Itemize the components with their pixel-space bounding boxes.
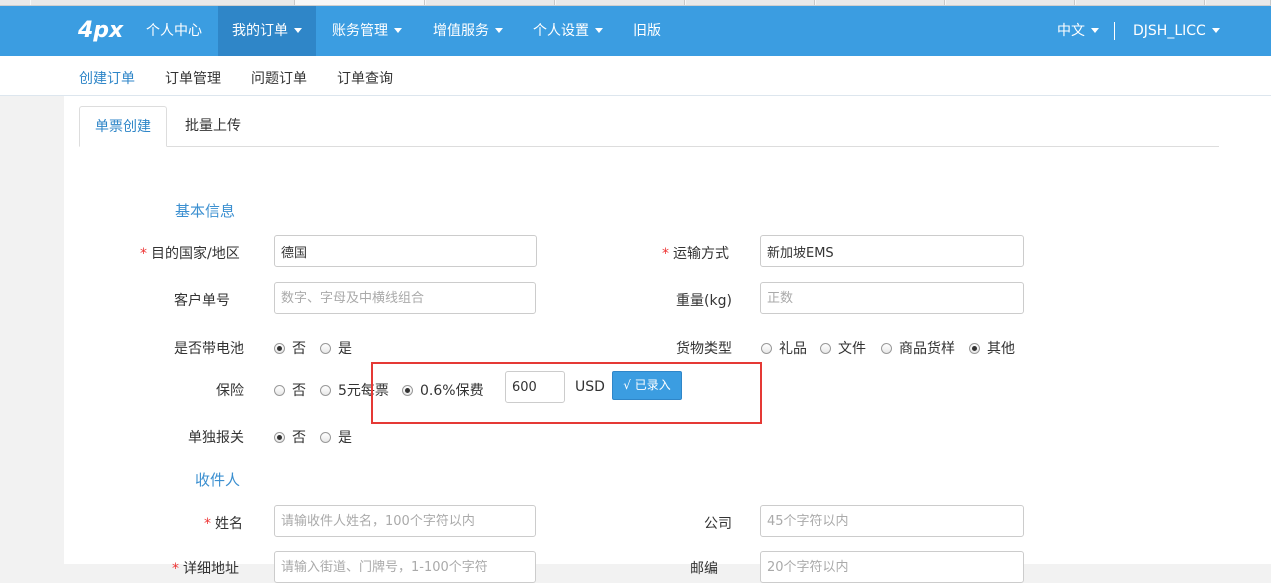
chevron-down-icon bbox=[394, 27, 402, 33]
customs-option-no[interactable]: 否 bbox=[274, 427, 306, 447]
form-panel: 单票创建 批量上传 基本信息 *目的国家/地区 *运输方式 客户单号 重量(kg… bbox=[64, 96, 1271, 583]
radio-icon bbox=[881, 343, 892, 354]
tab-batch-upload[interactable]: 批量上传 bbox=[170, 106, 256, 147]
subnav-order-query[interactable]: 订单查询 bbox=[337, 68, 393, 88]
cargo-type-label: 货物类型 bbox=[676, 341, 732, 357]
chevron-down-icon bbox=[1211, 27, 1220, 33]
section-title-basic-info: 基本信息 bbox=[175, 202, 236, 220]
required-marker: * bbox=[140, 246, 147, 262]
nav-personal-settings[interactable]: 个人设置 bbox=[519, 6, 617, 56]
weight-input[interactable] bbox=[760, 282, 1024, 314]
brand-logo[interactable]: 4px bbox=[78, 18, 123, 43]
radio-icon bbox=[820, 343, 831, 354]
cargo-option-other[interactable]: 其他 bbox=[969, 338, 1015, 358]
battery-label: 是否带电池 bbox=[174, 341, 244, 357]
zip-input[interactable] bbox=[760, 551, 1024, 583]
radio-icon bbox=[320, 343, 331, 354]
radio-selected-icon bbox=[274, 432, 285, 443]
cargo-option-document[interactable]: 文件 bbox=[820, 338, 866, 358]
browser-tab[interactable] bbox=[945, 0, 1075, 5]
insurance-label: 保险 bbox=[216, 383, 244, 399]
nav-divider bbox=[1114, 22, 1115, 40]
nav-value-added[interactable]: 增值服务 bbox=[419, 6, 517, 56]
user-menu[interactable]: DJSH_LICC bbox=[1119, 6, 1234, 56]
subnav-create-order[interactable]: 创建订单 bbox=[79, 68, 135, 88]
customer-number-label: 客户单号 bbox=[174, 293, 230, 309]
destination-label: * 目的国家/地区 bbox=[140, 243, 240, 263]
nav-personal-center[interactable]: 个人中心 bbox=[132, 6, 216, 56]
nav-my-orders[interactable]: 我的订单 bbox=[218, 6, 316, 56]
browser-tab[interactable] bbox=[30, 0, 295, 5]
language-label: 中文 bbox=[1057, 23, 1085, 39]
customs-option-yes[interactable]: 是 bbox=[320, 427, 352, 447]
weight-label: 重量(kg) bbox=[676, 293, 732, 309]
radio-icon bbox=[274, 385, 285, 396]
required-marker: * bbox=[172, 561, 179, 577]
company-input[interactable] bbox=[760, 505, 1024, 537]
insurance-option-no-label: 否 bbox=[292, 383, 306, 399]
language-menu[interactable]: 中文 bbox=[1043, 6, 1113, 56]
browser-tab-active[interactable] bbox=[295, 0, 425, 5]
radio-selected-icon bbox=[969, 343, 980, 354]
radio-icon bbox=[761, 343, 772, 354]
nav-accounting-label: 账务管理 bbox=[332, 23, 388, 39]
nav-value-added-label: 增值服务 bbox=[433, 23, 489, 39]
cargo-option-gift[interactable]: 礼品 bbox=[761, 338, 807, 358]
nav-my-orders-label: 我的订单 bbox=[232, 23, 288, 39]
browser-tab[interactable] bbox=[1205, 0, 1271, 5]
cargo-option-sample-label: 商品货样 bbox=[899, 341, 955, 357]
customer-number-input[interactable] bbox=[274, 282, 536, 314]
required-marker: * bbox=[204, 516, 211, 532]
radio-icon bbox=[320, 385, 331, 396]
nav-personal-settings-label: 个人设置 bbox=[533, 23, 589, 39]
destination-label-text: 目的国家/地区 bbox=[151, 246, 240, 262]
shipping-method-label-text: 运输方式 bbox=[673, 246, 729, 262]
chevron-down-icon bbox=[495, 27, 503, 33]
shipping-method-field[interactable] bbox=[760, 235, 1024, 267]
highlight-annotation-box bbox=[371, 362, 762, 424]
battery-option-no-label: 否 bbox=[292, 341, 306, 357]
recipient-name-label-text: 姓名 bbox=[215, 516, 243, 532]
zip-label: 邮编 bbox=[690, 561, 718, 577]
top-navbar: 4px 个人中心 我的订单 账务管理 增值服务 个人设置 旧版 中文 DJSH_… bbox=[0, 6, 1271, 56]
company-label: 公司 bbox=[704, 516, 732, 532]
radio-icon bbox=[320, 432, 331, 443]
radio-selected-icon bbox=[274, 343, 285, 354]
address-label: * 详细地址 bbox=[172, 558, 239, 578]
browser-tab[interactable] bbox=[425, 0, 555, 5]
customs-option-yes-label: 是 bbox=[338, 430, 352, 446]
battery-option-yes[interactable]: 是 bbox=[320, 338, 352, 358]
address-input[interactable] bbox=[274, 551, 536, 583]
required-marker: * bbox=[662, 246, 669, 262]
insurance-option-no[interactable]: 否 bbox=[274, 380, 306, 400]
section-title-recipient: 收件人 bbox=[195, 471, 241, 489]
customs-option-no-label: 否 bbox=[292, 430, 306, 446]
cargo-option-document-label: 文件 bbox=[838, 341, 866, 357]
cargo-option-other-label: 其他 bbox=[987, 341, 1015, 357]
nav-accounting[interactable]: 账务管理 bbox=[318, 6, 416, 56]
cargo-option-gift-label: 礼品 bbox=[779, 341, 807, 357]
user-name: DJSH_LICC bbox=[1133, 23, 1206, 39]
browser-tab[interactable] bbox=[815, 0, 945, 5]
tab-single-create[interactable]: 单票创建 bbox=[79, 106, 167, 147]
sub-navbar: 创建订单 订单管理 问题订单 订单查询 bbox=[0, 56, 1271, 96]
subnav-problem-orders[interactable]: 问题订单 bbox=[251, 68, 307, 88]
shipping-method-label: * 运输方式 bbox=[662, 243, 729, 263]
chevron-down-icon bbox=[294, 27, 302, 33]
chevron-down-icon bbox=[595, 27, 603, 33]
battery-option-yes-label: 是 bbox=[338, 341, 352, 357]
browser-tab[interactable] bbox=[685, 0, 815, 5]
battery-option-no[interactable]: 否 bbox=[274, 338, 306, 358]
address-label-text: 详细地址 bbox=[183, 561, 239, 577]
recipient-name-input[interactable] bbox=[274, 505, 536, 537]
chevron-down-icon bbox=[1091, 27, 1099, 33]
browser-tab[interactable] bbox=[1075, 0, 1205, 5]
destination-field[interactable] bbox=[274, 235, 537, 267]
recipient-name-label: * 姓名 bbox=[204, 513, 243, 533]
customs-label: 单独报关 bbox=[188, 430, 244, 446]
cargo-option-sample[interactable]: 商品货样 bbox=[881, 338, 955, 358]
nav-old-version[interactable]: 旧版 bbox=[619, 6, 675, 56]
subnav-order-management[interactable]: 订单管理 bbox=[165, 68, 221, 88]
browser-tab[interactable] bbox=[555, 0, 685, 5]
